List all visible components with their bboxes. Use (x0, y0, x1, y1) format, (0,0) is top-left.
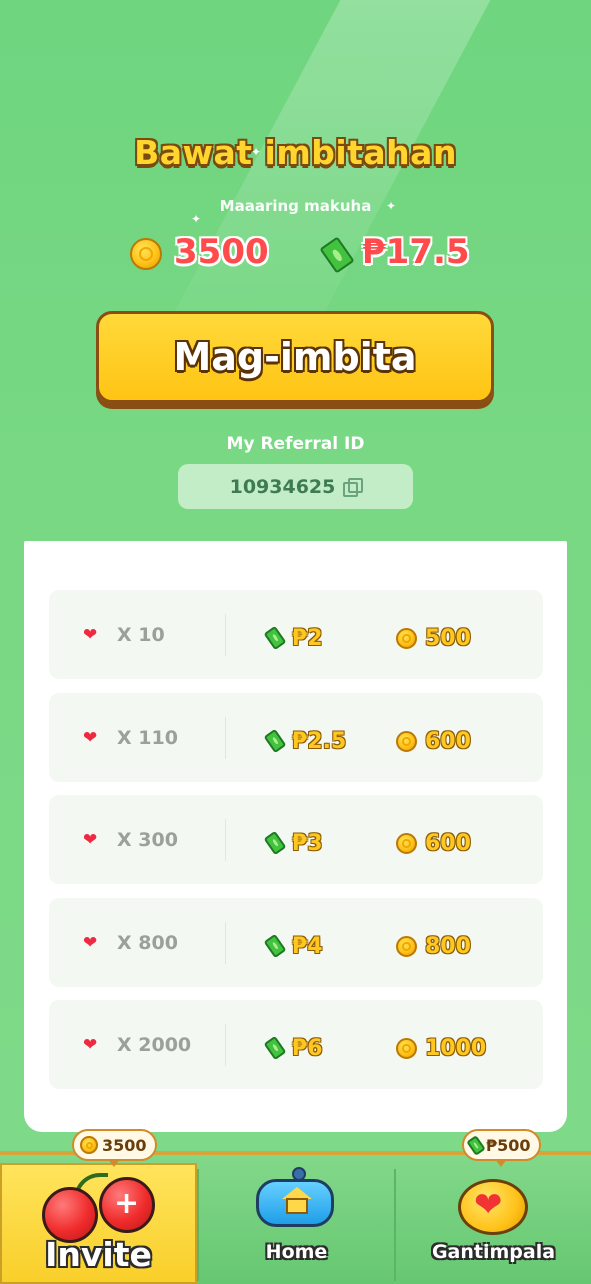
tier-coin-reward: 600 (425, 831, 471, 856)
referral-id-value: 10934625 (229, 475, 336, 498)
referral-id-copy-box[interactable]: 10934625 (178, 464, 413, 509)
tier-row: ❤ X 2000 ₱6 1000 (49, 1000, 543, 1089)
row-divider (225, 819, 226, 861)
nav-tab-invite[interactable]: + Invite (0, 1163, 197, 1284)
coin-icon (80, 1136, 98, 1154)
tier-row: ❤ X 300 ₱3 600 (49, 795, 543, 884)
subtitle: Maaaring makuha (219, 197, 372, 215)
tier-row: ❤ X 10 ₱2 500 (49, 590, 543, 679)
rewards-badge-value: ₱500 (486, 1135, 531, 1155)
sparkle-icon: ✦ (251, 145, 262, 159)
heart-icon: ❤ (83, 1035, 98, 1055)
tier-heart-count: X 800 (117, 932, 178, 954)
tier-coin-reward: 500 (425, 626, 471, 651)
cherry-plus-icon: + (99, 1177, 155, 1233)
nav-label-gantimpala: Gantimpala (431, 1241, 556, 1263)
heart-icon: ❤ (83, 830, 98, 850)
coin-icon (396, 833, 417, 854)
referral-id-label: My Referral ID (226, 434, 365, 454)
heart-icon: ❤ (83, 728, 98, 748)
cash-icon (263, 625, 287, 651)
invite-badge-value: 3500 (102, 1135, 147, 1155)
tier-cash-reward: ₱6 (292, 1036, 323, 1061)
cash-icon (263, 1035, 287, 1061)
tier-heart-count: X 110 (117, 727, 178, 749)
tier-coin-reward: 600 (425, 729, 471, 754)
cash-icon (263, 830, 287, 856)
tier-cash-reward: ₱2.5 (292, 729, 347, 754)
total-rewards: 3500 ₱17.5 (0, 232, 591, 278)
coin-icon (396, 731, 417, 752)
nav-tab-gantimpala[interactable]: ❤ Gantimpala (396, 1163, 591, 1284)
tier-cash-reward: ₱2 (292, 626, 323, 651)
row-divider (225, 717, 226, 759)
heart-icon: ❤ (83, 625, 98, 645)
tier-heart-count: X 300 (117, 829, 178, 851)
cash-icon (466, 1134, 486, 1156)
page-title: Bawat imbitahan (134, 133, 457, 172)
heart-icon: ❤ (474, 1185, 503, 1225)
total-cash: ₱17.5 (362, 232, 470, 272)
house-icon (286, 1198, 308, 1214)
cash-icon (319, 236, 355, 274)
coin-icon (396, 628, 417, 649)
tier-heart-count: X 10 (117, 624, 165, 646)
coin-icon (396, 1038, 417, 1059)
coin-icon (130, 238, 162, 270)
row-divider (225, 1024, 226, 1066)
total-coins: 3500 (174, 232, 269, 272)
tier-heart-count: X 2000 (117, 1034, 192, 1056)
nav-label-home: Home (265, 1241, 328, 1263)
tier-coin-reward: 1000 (425, 1036, 487, 1061)
invite-button[interactable]: Mag-imbita (96, 311, 494, 403)
tier-coin-reward: 800 (425, 934, 471, 959)
copy-icon[interactable] (343, 477, 364, 497)
nav-tab-home[interactable]: Home (199, 1163, 394, 1284)
reward-tiers-card: ❤ X 10 ₱2 500 ❤ X 110 ₱2.5 600 ❤ X 300 ₱… (24, 541, 567, 1132)
heart-icon: ❤ (83, 933, 98, 953)
tier-cash-reward: ₱4 (292, 934, 323, 959)
row-divider (225, 922, 226, 964)
invite-coin-badge: 3500 (72, 1129, 157, 1167)
bottom-nav: + Invite Home ❤ Gantimpala (0, 1151, 591, 1284)
rewards-cash-badge: ₱500 (462, 1129, 541, 1167)
tier-row: ❤ X 110 ₱2.5 600 (49, 693, 543, 782)
tier-cash-reward: ₱3 (292, 831, 323, 856)
cash-icon (263, 728, 287, 754)
row-divider (225, 614, 226, 656)
cash-icon (263, 933, 287, 959)
tier-row: ❤ X 800 ₱4 800 (49, 898, 543, 987)
coin-icon (396, 936, 417, 957)
nav-label-invite: Invite (45, 1235, 152, 1274)
